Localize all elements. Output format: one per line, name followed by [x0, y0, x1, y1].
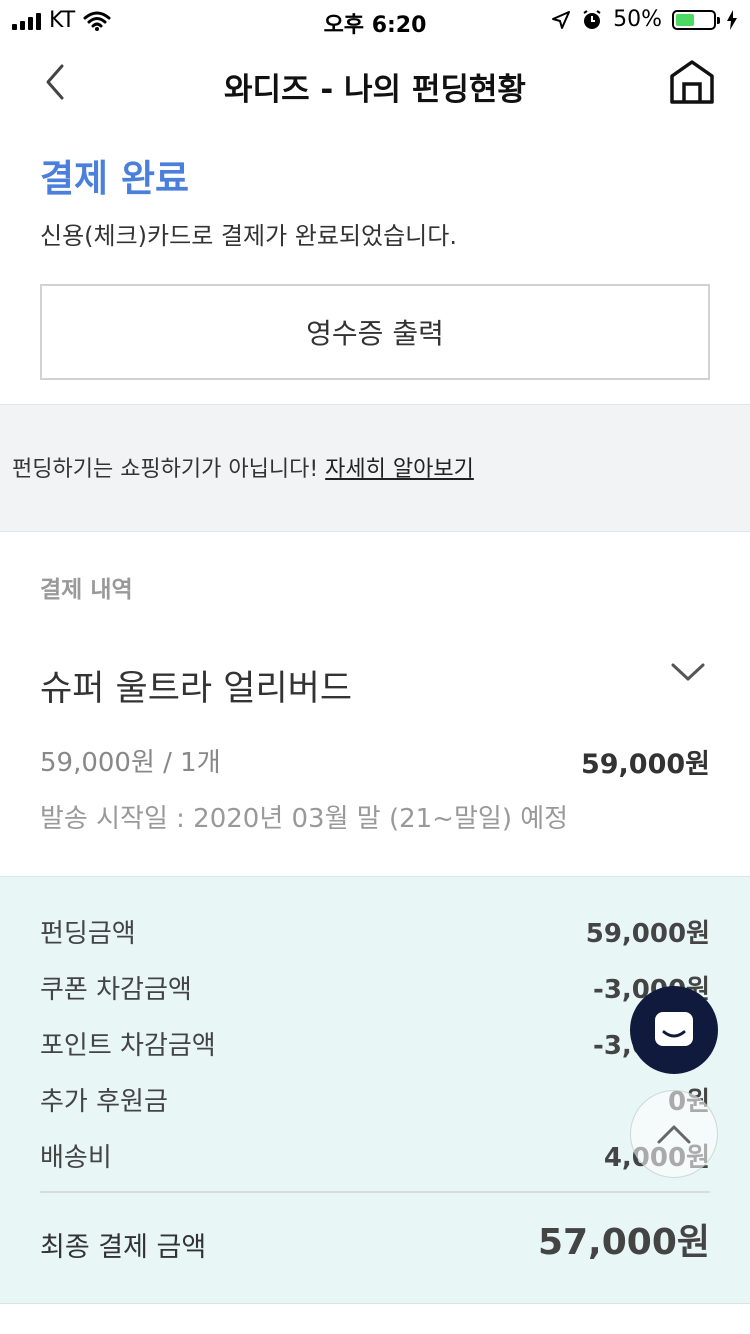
status-right: 50%	[551, 7, 738, 32]
final-amount-label: 최종 결제 금액	[40, 1232, 207, 1263]
status-bar: KT 오후 6:20 50%	[0, 0, 750, 40]
notice-banner: 펀딩하기는 쇼핑하기가 아닙니다! 자세히 알아보기	[0, 404, 750, 532]
payment-complete-title: 결제 완료	[40, 157, 190, 200]
summary-label: 쿠폰 차감금액	[40, 975, 192, 1005]
payment-summary: 펀딩금액 59,000원 쿠폰 차감금액 -3,000원 포인트 차감금액 -3…	[0, 876, 750, 1304]
final-amount-value: 57,000원	[537, 1222, 710, 1263]
shipping-start-date: 발송 시작일 : 2020년 03월 말 (21~말일) 예정	[40, 804, 569, 834]
nav-bar: 와디즈 - 나의 펀딩현황	[0, 40, 750, 126]
charging-bolt-icon	[727, 9, 737, 30]
page-title: 와디즈 - 나의 펀딩현황	[224, 72, 526, 108]
chevron-up-icon	[657, 1125, 691, 1144]
summary-divider	[40, 1191, 710, 1193]
reward-total: 59,000원	[580, 749, 710, 780]
expand-reward-toggle[interactable]	[670, 660, 706, 684]
chat-button[interactable]	[630, 986, 718, 1074]
summary-label: 배송비	[40, 1143, 112, 1173]
print-receipt-button[interactable]: 영수증 출력	[40, 284, 710, 380]
battery-percent: 50%	[613, 7, 662, 32]
summary-row-donation: 추가 후원금 0원	[40, 1081, 710, 1117]
payment-details-label: 결제 내역	[40, 577, 133, 603]
summary-label: 포인트 차감금액	[40, 1031, 216, 1061]
home-icon	[670, 60, 714, 104]
summary-row-points: 포인트 차감금액 -3,000원	[40, 1025, 710, 1061]
battery-icon	[672, 9, 720, 30]
reward-name: 슈퍼 울트라 얼리버드	[40, 669, 353, 709]
battery-level	[676, 13, 694, 26]
summary-value: 59,000원	[585, 919, 710, 949]
summary-row-funding: 펀딩금액 59,000원	[40, 913, 710, 949]
notice-text-wrap: 펀딩하기는 쇼핑하기가 아닙니다! 자세히 알아보기	[12, 451, 474, 483]
location-arrow-icon	[552, 10, 571, 29]
chat-icon	[655, 1012, 693, 1046]
payment-complete-description: 신용(체크)카드로 결제가 완료되었습니다.	[40, 222, 457, 250]
summary-label: 추가 후원금	[40, 1087, 168, 1117]
scroll-to-top-button[interactable]	[630, 1090, 718, 1178]
summary-row-shipping: 배송비 4,000원	[40, 1137, 710, 1173]
summary-row-coupon: 쿠폰 차감금액 -3,000원	[40, 969, 710, 1005]
home-button[interactable]	[668, 58, 716, 106]
chevron-down-icon	[671, 663, 705, 681]
unit-price-quantity: 59,000원 / 1개	[40, 748, 221, 778]
alarm-icon	[583, 9, 601, 29]
learn-more-link[interactable]: 자세히 알아보기	[325, 457, 474, 482]
summary-label: 펀딩금액	[40, 919, 136, 949]
notice-text: 펀딩하기는 쇼핑하기가 아닙니다!	[12, 457, 326, 482]
